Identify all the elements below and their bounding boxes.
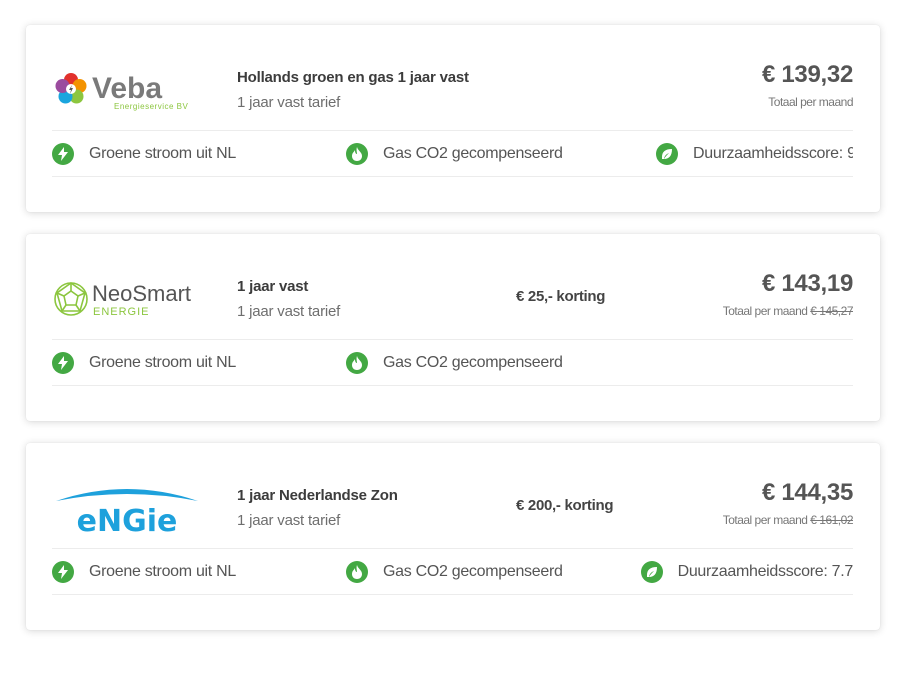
plan-title: Hollands groen en gas 1 jaar vast [237,69,469,86]
divider [52,130,853,131]
price-label: Totaal per maand € 145,27 [722,304,854,318]
offer-card-engie[interactable]: eNGie 1 jaar Nederlandse Zon 1 jaar vast… [26,443,880,630]
feature-gas-compensated: Gas CO2 gecompenseerd [346,352,563,374]
engie-logo: eNGie [52,483,202,539]
monthly-price: € 144,35 [761,479,853,506]
svg-text:Veba: Veba [92,72,162,105]
plan-subtitle: 1 jaar vast tarief [237,512,341,529]
offer-card-veba[interactable]: Veba Energieservice BV Hollands groen en… [26,25,880,212]
discount-badge: € 200,- korting [516,497,614,514]
lightning-icon [52,561,74,583]
price-label: Totaal per maand [768,95,853,109]
svg-text:Energieservice BV: Energieservice BV [114,102,188,111]
leaf-icon [656,143,678,165]
feature-gas-compensated: Gas CO2 gecompenseerd [346,561,563,583]
divider [52,339,853,340]
svg-text:eNGie: eNGie [77,504,178,535]
feature-green-power: Groene stroom uit NL [52,561,236,583]
veba-logo: Veba Energieservice BV [52,65,202,117]
lightning-icon [52,352,74,374]
discount-badge: € 25,- korting [516,288,606,305]
plan-title: 1 jaar Nederlandse Zon [237,487,398,504]
leaf-icon [640,561,663,583]
flame-icon [346,143,368,165]
monthly-price: € 139,32 [761,61,853,88]
feature-sustainability-score: Duurzaamheidsscore: 9 [656,143,853,165]
old-price: € 145,27 [810,304,853,318]
feature-green-power: Groene stroom uit NL [52,352,236,374]
monthly-price: € 143,19 [761,270,853,297]
plan-subtitle: 1 jaar vast tarief [237,94,341,111]
lightning-icon [52,143,74,165]
offer-card-neosmart[interactable]: NeoSmart ENERGIE 1 jaar vast 1 jaar vast… [26,234,880,421]
divider [52,594,853,595]
old-price: € 161,02 [810,513,853,527]
divider [52,385,853,386]
divider [52,548,853,549]
plan-title: 1 jaar vast [237,278,309,295]
flame-icon [346,352,368,374]
feature-gas-compensated: Gas CO2 gecompenseerd [346,143,563,165]
price-label: Totaal per maand € 161,02 [722,513,854,527]
plan-subtitle: 1 jaar vast tarief [237,303,341,320]
flame-icon [346,561,368,583]
divider [52,176,853,177]
feature-sustainability-score: Duurzaamheidsscore: 7.7 [640,561,853,583]
feature-green-power: Groene stroom uit NL [52,143,236,165]
neosmart-logo: NeoSmart ENERGIE [52,274,202,326]
svg-text:ENERGIE: ENERGIE [93,306,150,318]
svg-text:NeoSmart: NeoSmart [92,281,191,306]
